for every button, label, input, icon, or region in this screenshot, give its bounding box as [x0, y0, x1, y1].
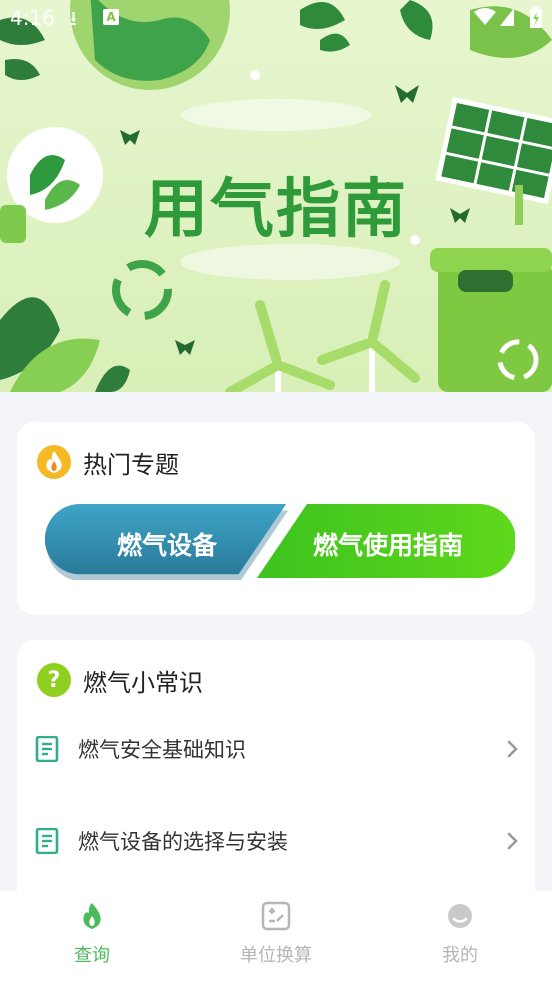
hot-topics-card: 热门专题 燃气设备 燃气使用指南: [17, 422, 535, 615]
gas-tips-title: 燃气小常识: [83, 668, 203, 697]
hot-topics-header: 热门专题: [37, 444, 179, 480]
nav-item-mine[interactable]: 我的: [368, 891, 552, 983]
app-notification-icon: A: [103, 9, 119, 25]
gas-usage-guide-button[interactable]: 燃气使用指南: [257, 504, 515, 580]
battery-icon: [530, 6, 542, 28]
list-item-label: 燃气设备的选择与安装: [78, 830, 288, 854]
list-item-label: 燃气安全基础知识: [78, 738, 246, 762]
question-icon: ?: [37, 663, 71, 697]
bottom-navigation: 查询 单位换算 我的: [0, 891, 552, 983]
document-icon: [35, 736, 59, 762]
nav-label-query: 查询: [74, 945, 110, 966]
gas-tips-header: ? 燃气小常识: [37, 662, 203, 698]
cellular-icon: [500, 8, 514, 26]
fire-icon: [37, 445, 71, 479]
download-icon: ⭳: [70, 6, 77, 30]
flame-icon: [83, 903, 101, 929]
nav-item-unit-conversion[interactable]: 单位换算: [184, 891, 368, 983]
nav-item-query[interactable]: 查询: [0, 891, 184, 983]
banner-title: 用气指南: [144, 173, 408, 247]
wifi-icon: [474, 8, 496, 25]
profile-icon: [448, 904, 472, 928]
gas-equipment-label: 燃气设备: [117, 531, 218, 560]
status-bar: 4:16 ⭳ A: [0, 0, 552, 36]
chevron-right-icon: [507, 740, 518, 758]
gas-tips-card: ? 燃气小常识 燃气安全基础知识 燃气设备的选择与安装: [17, 640, 535, 900]
nav-label-unit-conversion: 单位换算: [240, 945, 312, 966]
calculator-icon: [261, 901, 291, 931]
hero-banner: 用气指南 4:16 ⭳ A: [0, 0, 552, 392]
list-item[interactable]: 燃气安全基础知识: [34, 723, 524, 775]
chevron-right-icon: [507, 832, 518, 850]
gas-usage-guide-label: 燃气使用指南: [313, 531, 464, 560]
hot-topics-title: 热门专题: [83, 450, 179, 479]
list-item[interactable]: 燃气设备的选择与安装: [34, 815, 524, 867]
status-time: 4:16: [10, 6, 55, 30]
document-icon: [35, 828, 59, 854]
nav-label-mine: 我的: [442, 945, 478, 966]
